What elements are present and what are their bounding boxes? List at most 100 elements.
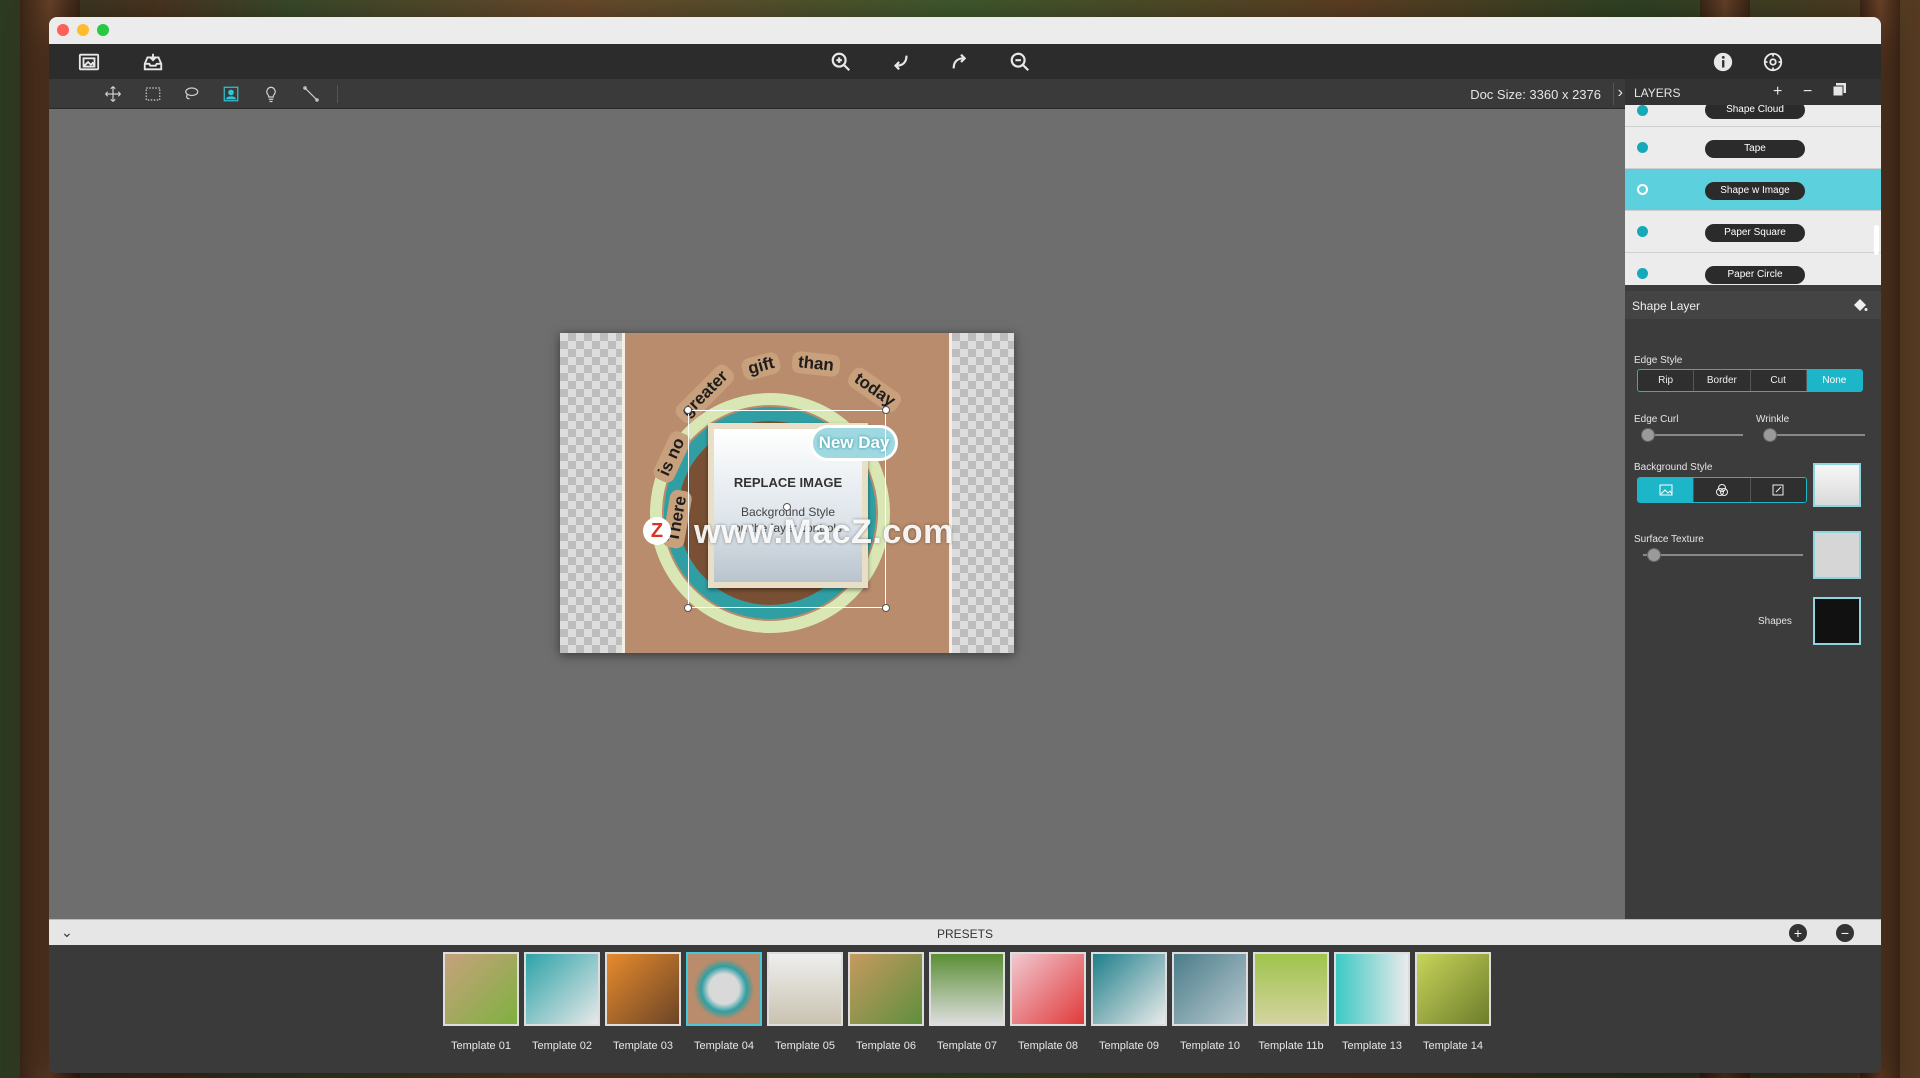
- edge-style-border[interactable]: Border: [1694, 370, 1751, 391]
- preset-item[interactable]: Template 03: [605, 952, 681, 1052]
- layer-visibility-dot[interactable]: [1637, 226, 1648, 237]
- document-canvas[interactable]: REPLACE IMAGE Background Style on the la…: [560, 333, 1014, 653]
- shapes-label: Shapes: [1758, 616, 1792, 627]
- preset-item[interactable]: Template 14: [1415, 952, 1491, 1052]
- wrinkle-label: Wrinkle: [1756, 414, 1790, 425]
- preset-item[interactable]: Template 08: [1010, 952, 1086, 1052]
- preset-thumbnail[interactable]: [1091, 952, 1167, 1026]
- line-tool-icon[interactable]: [299, 82, 323, 106]
- info-icon[interactable]: [1709, 48, 1737, 76]
- preset-item[interactable]: Template 01: [443, 952, 519, 1052]
- preset-label: Template 08: [1018, 1040, 1078, 1052]
- wrinkle-slider[interactable]: [1763, 428, 1865, 442]
- surface-texture-slider[interactable]: [1643, 548, 1803, 562]
- preset-thumbnail[interactable]: [848, 952, 924, 1026]
- tool-strip: Doc Size: 3360 x 2376 ›: [49, 79, 1881, 109]
- presets-title: PRESETS: [936, 927, 993, 941]
- preset-label: Template 07: [937, 1040, 997, 1052]
- bulb-tool-icon[interactable]: [259, 82, 283, 106]
- layers-scrollbar[interactable]: [1874, 225, 1879, 255]
- edge-curl-knob[interactable]: [1641, 428, 1655, 442]
- layer-visibility-dot[interactable]: [1637, 105, 1648, 116]
- preset-label: Template 14: [1423, 1040, 1483, 1052]
- preset-thumbnail[interactable]: [767, 952, 843, 1026]
- surface-texture-knob[interactable]: [1647, 548, 1661, 562]
- shapes-swatch[interactable]: [1813, 597, 1861, 645]
- duplicate-layer-icon[interactable]: [1832, 83, 1847, 102]
- rect-select-tool-icon[interactable]: [141, 82, 165, 106]
- wrinkle-knob[interactable]: [1763, 428, 1777, 442]
- bg-style-edit-icon[interactable]: [1750, 478, 1806, 502]
- move-tool-icon[interactable]: [101, 82, 125, 106]
- layer-row[interactable]: Paper Square: [1625, 211, 1881, 253]
- remove-preset-button[interactable]: −: [1836, 924, 1854, 942]
- preset-item[interactable]: Template 05: [767, 952, 843, 1052]
- preset-item[interactable]: Template 11b: [1253, 952, 1329, 1052]
- preset-label: Template 06: [856, 1040, 916, 1052]
- preset-thumbnail[interactable]: [686, 952, 762, 1026]
- app-window: Doc Size: 3360 x 2376 › REPLACE IMAGE Ba…: [49, 17, 1881, 1073]
- add-layer-button[interactable]: +: [1773, 83, 1782, 101]
- preset-item[interactable]: Template 02: [524, 952, 600, 1052]
- preset-item[interactable]: Template 10: [1172, 952, 1248, 1052]
- layer-row[interactable]: Paper Circle: [1625, 253, 1881, 285]
- zoom-in-icon[interactable]: [827, 48, 855, 76]
- resize-handle-tl[interactable]: [684, 406, 692, 414]
- preset-item[interactable]: Template 09: [1091, 952, 1167, 1052]
- edge-style-none[interactable]: None: [1806, 370, 1862, 391]
- lasso-tool-icon[interactable]: [179, 82, 203, 106]
- import-tray-icon[interactable]: [139, 48, 167, 76]
- layer-row[interactable]: Tape: [1625, 127, 1881, 169]
- layer-row[interactable]: Shape Cloud: [1625, 105, 1881, 127]
- layer-visibility-dot[interactable]: [1637, 268, 1648, 279]
- preset-thumbnail[interactable]: [1415, 952, 1491, 1026]
- resize-handle-bl[interactable]: [684, 604, 692, 612]
- preset-thumbnail[interactable]: [1010, 952, 1086, 1026]
- edge-style-cut[interactable]: Cut: [1750, 370, 1807, 391]
- preset-item[interactable]: Template 07: [929, 952, 1005, 1052]
- photo-library-icon[interactable]: [75, 48, 103, 76]
- preset-thumbnail[interactable]: [605, 952, 681, 1026]
- center-handle[interactable]: [783, 503, 791, 511]
- layer-row-selected[interactable]: Shape w Image: [1625, 169, 1881, 211]
- surface-texture-swatch[interactable]: [1813, 531, 1861, 579]
- bg-style-color-icon[interactable]: [1694, 478, 1751, 502]
- preset-thumbnail[interactable]: [1172, 952, 1248, 1026]
- preset-thumbnail[interactable]: [1253, 952, 1329, 1026]
- settings-gear-icon[interactable]: [1759, 48, 1787, 76]
- remove-layer-button[interactable]: −: [1803, 83, 1812, 101]
- main-toolbar: [49, 44, 1881, 79]
- chevron-right-icon[interactable]: ›: [1618, 84, 1623, 102]
- layers-list[interactable]: Shape Cloud Tape Shape w Image Paper Squ…: [1625, 105, 1881, 285]
- preset-item[interactable]: Template 13: [1334, 952, 1410, 1052]
- zoom-out-icon[interactable]: [1006, 48, 1034, 76]
- edge-style-rip[interactable]: Rip: [1638, 370, 1695, 391]
- preset-item[interactable]: Template 06: [848, 952, 924, 1052]
- resize-handle-tr[interactable]: [882, 406, 890, 414]
- zoom-window-button[interactable]: [97, 24, 109, 36]
- preset-thumbnail[interactable]: [443, 952, 519, 1026]
- layer-visibility-dot[interactable]: [1637, 142, 1648, 153]
- preset-thumbnail[interactable]: [929, 952, 1005, 1026]
- canvas-area[interactable]: REPLACE IMAGE Background Style on the la…: [49, 109, 1625, 919]
- add-preset-button[interactable]: +: [1789, 924, 1807, 942]
- preset-thumbnail[interactable]: [1334, 952, 1410, 1026]
- preset-item-selected[interactable]: Template 04: [686, 952, 762, 1052]
- shape-layer-title: Shape Layer: [1632, 299, 1701, 313]
- background-style-thumbnail[interactable]: [1813, 463, 1861, 507]
- layer-visibility-dot[interactable]: [1637, 184, 1648, 195]
- redo-icon[interactable]: [947, 48, 975, 76]
- preset-label: Template 02: [532, 1040, 592, 1052]
- close-window-button[interactable]: [57, 24, 69, 36]
- minimize-window-button[interactable]: [77, 24, 89, 36]
- edge-curl-slider[interactable]: [1641, 428, 1743, 442]
- doc-size-separator: [1613, 83, 1614, 105]
- person-select-tool-icon[interactable]: [219, 82, 243, 106]
- resize-handle-br[interactable]: [882, 604, 890, 612]
- paint-bucket-icon[interactable]: [1851, 296, 1869, 314]
- bg-style-image-icon[interactable]: [1638, 478, 1695, 502]
- undo-icon[interactable]: [887, 48, 915, 76]
- doc-size-label: Doc Size: 3360 x 2376: [1470, 87, 1601, 102]
- layer-name: Tape: [1705, 140, 1805, 158]
- preset-thumbnail[interactable]: [524, 952, 600, 1026]
